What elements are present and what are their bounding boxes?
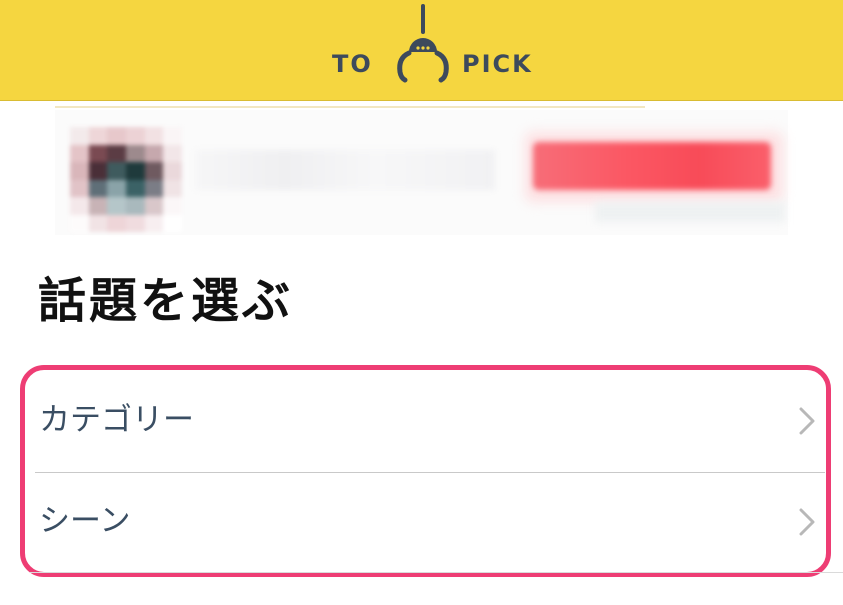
chevron-right-icon <box>799 407 815 435</box>
list-item-label: シーン <box>39 503 131 539</box>
chevron-right-icon <box>799 508 815 536</box>
logo-text-right: PICK <box>462 50 533 78</box>
banner-divider <box>55 106 645 108</box>
page-title: 話題を選ぶ <box>38 273 294 329</box>
list-item-label: カテゴリー <box>39 402 194 438</box>
list-item-scene[interactable]: シーン <box>35 473 825 572</box>
username-placeholder <box>195 150 495 190</box>
avatar[interactable] <box>70 127 182 232</box>
profile-banner <box>55 110 788 235</box>
app-header: TO PICK <box>0 0 843 101</box>
list-item-category[interactable]: カテゴリー <box>35 372 825 472</box>
topic-list: カテゴリー シーン <box>20 365 831 577</box>
app-root: TO PICK 話題を選ぶ カテゴリー シーン <box>0 0 843 605</box>
list-bottom-divider <box>30 572 843 573</box>
logo-text-left: TO <box>332 50 373 78</box>
follow-button[interactable] <box>533 142 771 190</box>
app-logo[interactable]: TO PICK <box>330 0 550 100</box>
claw-icon <box>397 4 449 83</box>
profile-subtext-placeholder <box>595 202 785 222</box>
